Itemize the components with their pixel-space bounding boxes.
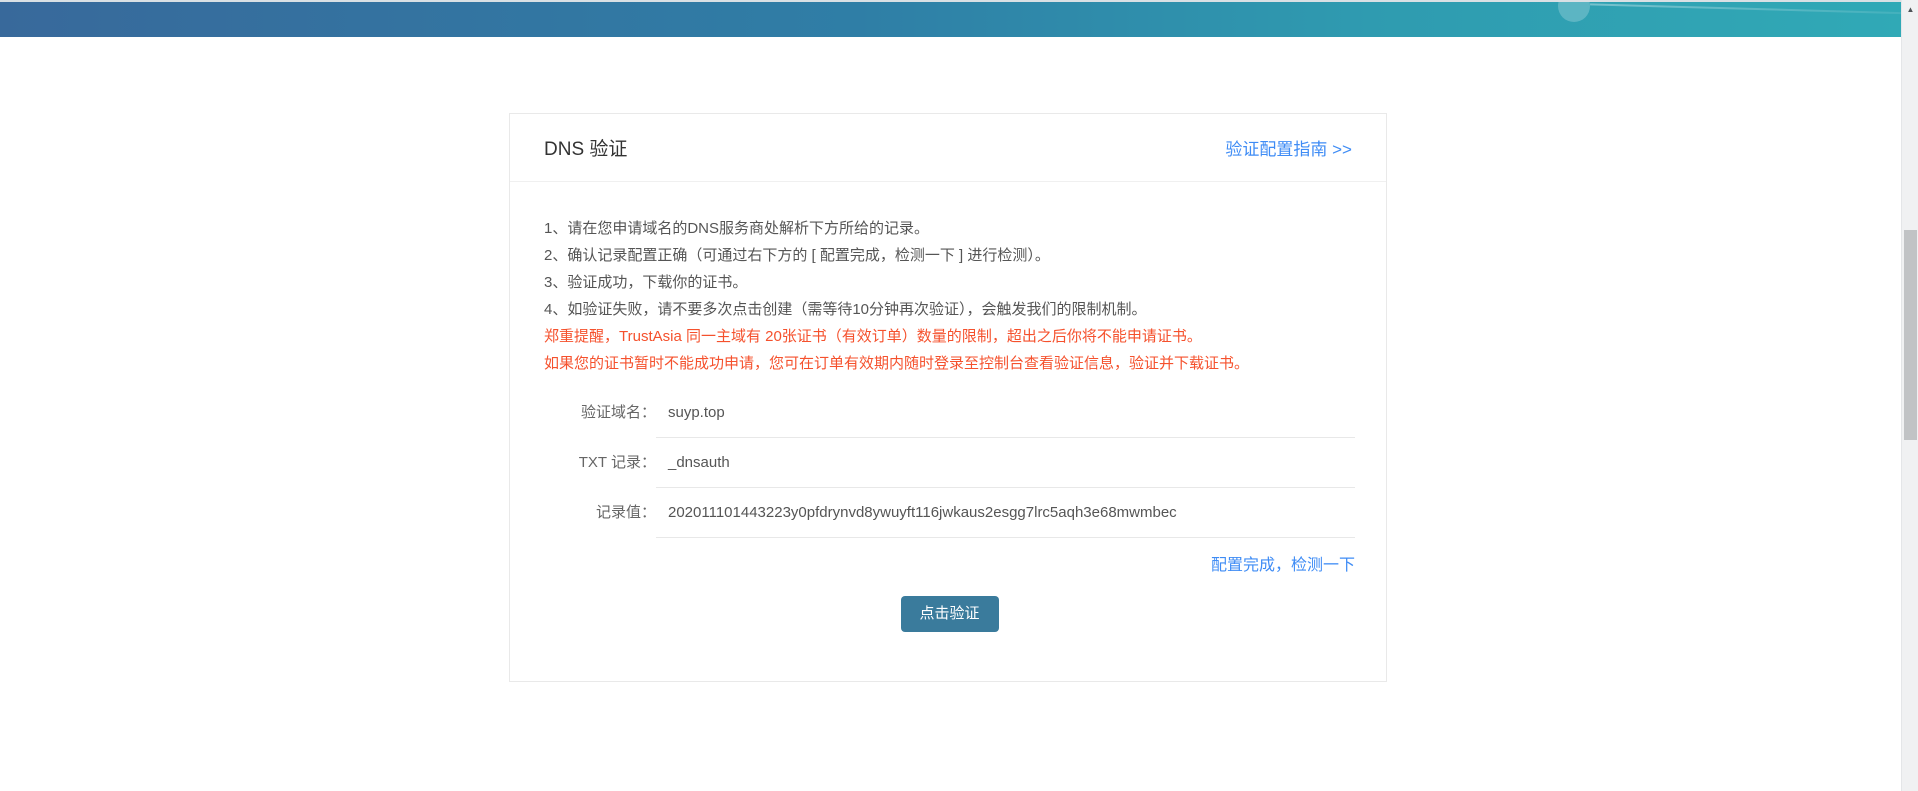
scrollbar-thumb[interactable]	[1904, 230, 1917, 440]
card-body: 1、请在您申请域名的DNS服务商处解析下方所给的记录。 2、确认记录配置正确（可…	[510, 182, 1386, 632]
config-done-check-link[interactable]: 配置完成，检测一下	[1211, 557, 1355, 574]
scrollbar-up-arrow-icon[interactable]: ▲	[1902, 0, 1918, 18]
click-verify-button[interactable]: 点击验证	[900, 596, 999, 632]
vertical-scrollbar[interactable]: ▲	[1901, 0, 1918, 791]
instruction-step-3: 3、验证成功，下载你的证书。	[544, 274, 748, 291]
header-circle-decor	[1558, 2, 1590, 22]
warning-line-2: 如果您的证书暂时不能成功申请，您可在订单有效期内随时登录至控制台查看验证信息，验…	[544, 355, 1250, 372]
warning-line-1: 郑重提醒，TrustAsia 同一主域有 20张证书（有效订单）数量的限制，超出…	[544, 328, 1202, 345]
form-row-domain: 验证域名： suyp.top	[544, 403, 1355, 438]
form-row-record-value: 记录值： 202011101443223y0pfdrynvd8ywuyft116…	[544, 503, 1355, 538]
txt-record-label: TXT 记录：	[578, 454, 656, 471]
dns-record-form: 验证域名： suyp.top TXT 记录： _dnsauth 记录值： 202…	[544, 403, 1355, 538]
page-header-bar	[0, 2, 1901, 37]
button-row: 点击验证	[544, 596, 1355, 632]
record-value-label: 记录值：	[595, 504, 656, 521]
page-title: DNS 验证	[544, 139, 628, 160]
domain-value: suyp.top	[656, 403, 1355, 438]
domain-label: 验证域名：	[580, 404, 656, 421]
instruction-step-4: 4、如验证失败，请不要多次点击创建（需等待10分钟再次验证），会触发我们的限制机…	[544, 301, 1147, 318]
header-streak-decor	[1590, 3, 1901, 15]
card-header: DNS 验证 验证配置指南 >>	[510, 114, 1386, 182]
instruction-step-1: 1、请在您申请域名的DNS服务商处解析下方所给的记录。	[544, 220, 930, 237]
txt-record-value: _dnsauth	[656, 453, 1355, 488]
check-row: 配置完成，检测一下	[544, 551, 1355, 575]
record-value-value: 202011101443223y0pfdrynvd8ywuyft116jwkau…	[656, 503, 1355, 538]
instruction-step-2: 2、确认记录配置正确（可通过右下方的 [ 配置完成，检测一下 ] 进行检测）。	[544, 247, 1050, 264]
dns-verification-card: DNS 验证 验证配置指南 >> 1、请在您申请域名的DNS服务商处解析下方所给…	[509, 113, 1387, 682]
verification-guide-link[interactable]: 验证配置指南 >>	[1225, 135, 1352, 160]
form-row-txt-record: TXT 记录： _dnsauth	[544, 453, 1355, 488]
